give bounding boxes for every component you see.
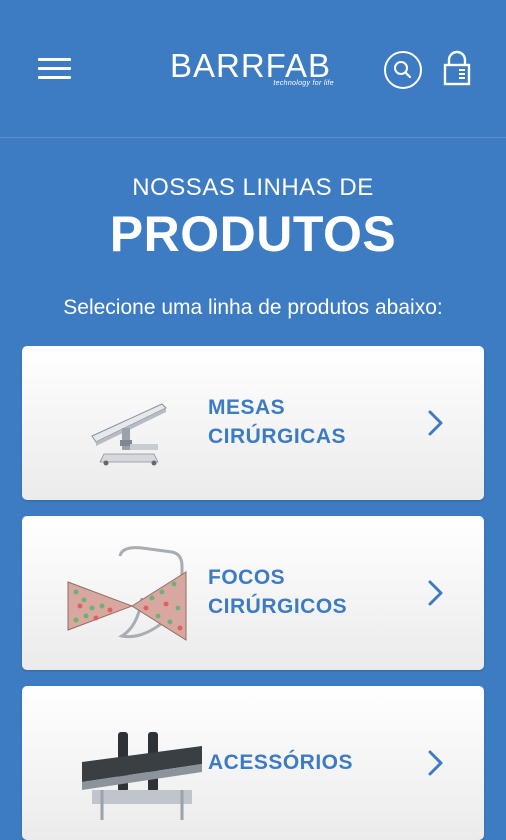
top-header: BARRFAB technology for life <box>0 0 506 138</box>
accessories-image <box>62 706 202 820</box>
brand-logo[interactable]: BARRFAB technology for life <box>170 47 340 93</box>
product-line-label: ACESSÓRIOS <box>208 751 354 774</box>
product-line-card-acessorios[interactable]: ACESSÓRIOS <box>22 686 484 840</box>
section-title: PRODUTOS <box>109 206 397 262</box>
product-line-label: MESAS CIRÚRGICAS <box>208 396 347 448</box>
chevron-right-icon <box>426 748 446 778</box>
hamburger-menu-icon[interactable] <box>38 58 72 82</box>
search-icon[interactable] <box>384 51 422 89</box>
lock-icon[interactable] <box>442 50 472 86</box>
product-line-card-focos[interactable]: FOCOS CIRÚRGICOS <box>22 516 484 670</box>
chevron-right-icon <box>426 408 446 438</box>
section-title-small: NOSSAS LINHAS DE <box>132 174 374 201</box>
product-line-label: FOCOS CIRÚRGICOS <box>208 566 348 618</box>
section-subtitle: Selecione uma linha de produtos abaixo: <box>63 296 443 319</box>
surgical-table-image <box>62 366 202 480</box>
product-line-card-mesas[interactable]: MESAS CIRÚRGICAS <box>22 346 484 500</box>
surgical-light-image <box>62 536 202 650</box>
logo-tagline: technology for life <box>273 80 334 87</box>
chevron-right-icon <box>426 578 446 608</box>
